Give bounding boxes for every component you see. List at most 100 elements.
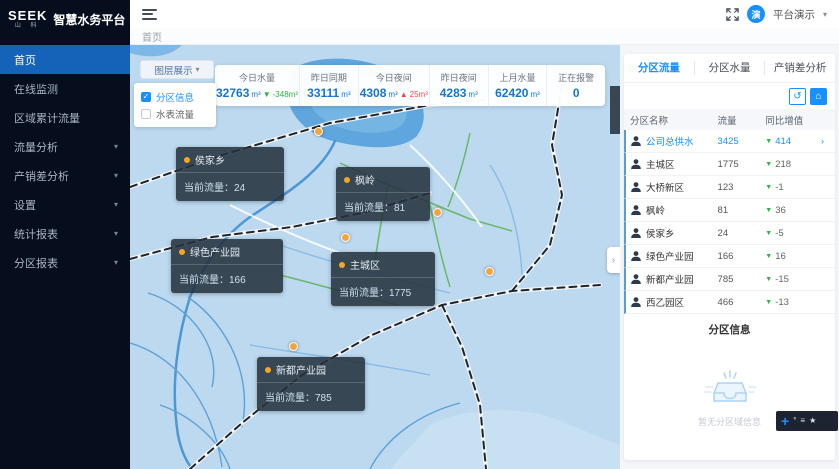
table-row[interactable]: 枫岭 81 ▼36 <box>624 199 835 222</box>
zone-avatar-icon <box>630 250 642 262</box>
map-tooltip-houjiaxiang[interactable]: 侯家乡 当前流量：24 <box>176 147 284 201</box>
tab-zone-flow[interactable]: 分区流量 <box>624 61 694 75</box>
zone-delta: 414 <box>775 136 791 147</box>
user-menu[interactable]: 平台演示 <box>773 7 815 22</box>
stat-unit: m³ <box>388 90 397 99</box>
layer-dropdown[interactable]: 图层展示 ▾ <box>140 60 214 79</box>
map-marker[interactable] <box>485 267 494 276</box>
map-tooltip-main-city[interactable]: 主城区 当前流量：1775 <box>331 252 435 306</box>
collapse-sidebar-icon[interactable] <box>142 9 157 20</box>
map-tooltip-fengling[interactable]: 枫岭 当前流量：81 <box>336 167 430 221</box>
home-locate-button[interactable]: ⌂ <box>810 88 827 105</box>
tooltip-flow-label: 当前流量： <box>179 275 229 286</box>
orange-dot-icon <box>344 177 350 183</box>
zone-delta: 218 <box>775 159 791 170</box>
stats-card: 今日水量 32763 m³ ▼ -348m³ 昨日同期 33111 m³ 今日夜… <box>215 65 605 106</box>
menu-label: 首页 <box>14 52 36 68</box>
stat-value: 62420 <box>495 86 528 100</box>
stat-unit: m³ <box>530 90 539 99</box>
checkbox-checked-icon[interactable]: ✓ <box>141 92 151 102</box>
stat-unit: m³ <box>341 90 350 99</box>
stat-label: 今日夜间 <box>376 71 412 84</box>
zone-flow: 466 <box>718 297 766 308</box>
zone-name: 侯家乡 <box>646 226 675 240</box>
sidebar-menu: 首页 在线监测 区域累计流量 流量分析 ▾ 产销差分析 ▾ 设置 ▾ 统计报表 … <box>0 45 130 277</box>
tab-nrw-analysis[interactable]: 产销差分析 <box>764 61 835 75</box>
menu-label: 分区报表 <box>14 255 58 271</box>
trend-down-icon: ▼ <box>765 299 772 306</box>
map-marker[interactable] <box>433 208 442 217</box>
layer-option-zone-info[interactable]: ✓ 分区信息 <box>141 88 209 105</box>
sidebar-item-statistics-report[interactable]: 统计报表 ▾ <box>0 219 130 248</box>
layers-icon: ≡ <box>800 417 805 425</box>
col-zone-name: 分区名称 <box>630 113 718 127</box>
stat-unit: m³ <box>251 90 260 99</box>
tooltip-flow-value: 24 <box>234 183 245 194</box>
col-flow: 流量 <box>718 113 766 127</box>
stat-value: 33111 <box>307 86 339 100</box>
stat-delta: 25m³ <box>410 90 428 99</box>
sidebar-item-home[interactable]: 首页 <box>0 45 130 74</box>
stat-today-night: 今日夜间 4308 m³ ▲ 25m³ <box>359 65 430 106</box>
layer-dropdown-label: 图层展示 <box>154 63 192 77</box>
sidebar-item-online-monitoring[interactable]: 在线监测 <box>0 74 130 103</box>
panel-tabs: 分区流量 分区水量 产销差分析 <box>624 54 835 83</box>
chevron-down-icon[interactable]: ▾ <box>823 10 827 19</box>
app-title: 智慧水务平台 <box>53 11 125 28</box>
map-tooltip-xindu-industrial-park[interactable]: 新都产业园 当前流量：785 <box>257 357 365 411</box>
table-row[interactable]: 侯家乡 24 ▼-5 <box>624 222 835 245</box>
table-row[interactable]: 大桥新区 123 ▼-1 <box>624 176 835 199</box>
tab-zone-volume[interactable]: 分区水量 <box>694 61 765 75</box>
zone-delta: -5 <box>775 228 783 239</box>
zone-avatar-icon <box>630 135 642 147</box>
menu-label: 设置 <box>14 197 36 213</box>
chevron-down-icon: ▾ <box>114 200 118 209</box>
trend-down-icon: ▼ <box>765 207 772 214</box>
zone-flow: 166 <box>718 251 766 262</box>
tooltip-zone-name: 绿色产业园 <box>190 244 240 259</box>
breadcrumb[interactable]: 首页 <box>142 29 162 44</box>
zone-delta: -15 <box>775 274 789 285</box>
layer-option-meter-flow[interactable]: 水表流量 <box>141 105 209 122</box>
logo-subtext: 山 科 <box>15 23 41 29</box>
stat-label: 昨日同期 <box>311 71 347 84</box>
sidebar-item-regional-flow[interactable]: 区域累计流量 <box>0 103 130 132</box>
map-marker[interactable] <box>314 127 323 136</box>
chevron-right-icon[interactable]: › <box>821 136 829 146</box>
table-row[interactable]: 新都产业园 785 ▼-15 <box>624 268 835 291</box>
map-canvas[interactable]: 今日水量 32763 m³ ▼ -348m³ 昨日同期 33111 m³ 今日夜… <box>130 45 620 469</box>
map-marker[interactable] <box>289 342 298 351</box>
zone-name: 枫岭 <box>646 203 665 217</box>
fullscreen-icon[interactable] <box>726 8 739 21</box>
map-marker[interactable] <box>341 233 350 242</box>
trend-down-icon: ▼ <box>765 138 772 145</box>
col-yoy-delta: 同比增值 <box>765 113 829 127</box>
trend-down-icon: ▼ <box>765 161 772 168</box>
map-tooltip-green-industrial-park[interactable]: 绿色产业园 当前流量：166 <box>171 239 283 293</box>
sidebar-item-zone-report[interactable]: 分区报表 ▾ <box>0 248 130 277</box>
table-row[interactable]: 公司总供水 3425 ▼414 › <box>624 130 835 153</box>
zone-avatar-icon <box>630 273 642 285</box>
zone-avatar-icon <box>630 181 642 193</box>
zone-name: 绿色产业园 <box>646 249 694 263</box>
layer-option-label: 分区信息 <box>156 90 194 104</box>
tooltip-flow-label: 当前流量： <box>339 288 389 299</box>
chevron-down-icon: ▾ <box>114 229 118 238</box>
avatar[interactable]: 演 <box>747 5 765 23</box>
top-header: 演 平台演示 ▾ <box>130 0 839 28</box>
trend-up-icon: ▲ <box>400 90 408 99</box>
sidebar-item-settings[interactable]: 设置 ▾ <box>0 190 130 219</box>
layer-control: 图层展示 ▾ ✓ 分区信息 水表流量 <box>140 60 216 127</box>
stat-label: 上月水量 <box>499 71 535 84</box>
zone-name: 主城区 <box>646 157 675 171</box>
table-row[interactable]: 西乙园区 466 ▼-13 <box>624 291 835 314</box>
table-row[interactable]: 主城区 1775 ▼218 <box>624 153 835 176</box>
panel-collapse-handle[interactable]: › <box>607 247 620 273</box>
map-attribution-toolbar[interactable]: + ° ≡ ★ <box>776 411 838 431</box>
orange-dot-icon <box>179 249 185 255</box>
table-row[interactable]: 绿色产业园 166 ▼16 <box>624 245 835 268</box>
sidebar-item-flow-analysis[interactable]: 流量分析 ▾ <box>0 132 130 161</box>
refresh-button[interactable]: ↺ <box>789 88 806 105</box>
checkbox-unchecked-icon[interactable] <box>141 109 151 119</box>
sidebar-item-nrw-analysis[interactable]: 产销差分析 ▾ <box>0 161 130 190</box>
